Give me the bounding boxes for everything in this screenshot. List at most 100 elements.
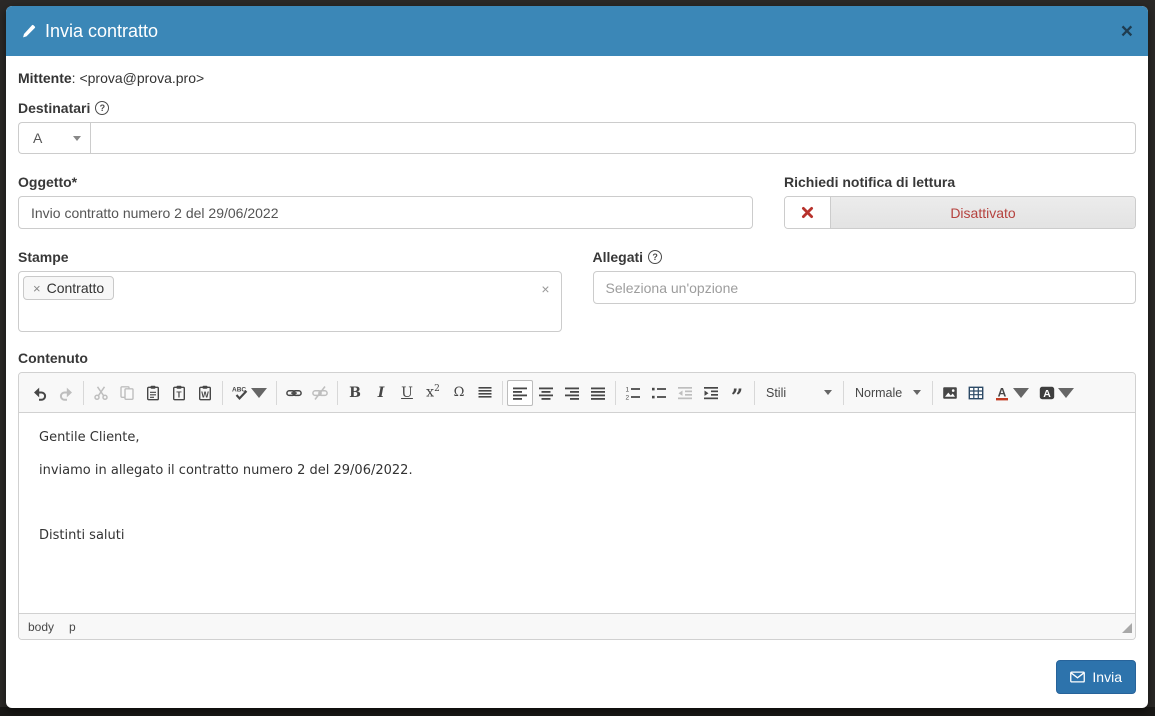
- toolbar-separator: [932, 380, 933, 405]
- underline-icon[interactable]: U: [394, 380, 420, 406]
- text-color-icon[interactable]: A: [989, 380, 1034, 406]
- prints-multiselect[interactable]: × Contratto ×: [18, 271, 562, 332]
- recipients-input[interactable]: [90, 122, 1136, 154]
- sender-label: Mittente: [18, 70, 72, 86]
- clear-selection-icon[interactable]: ×: [541, 282, 549, 296]
- subject-input[interactable]: [18, 196, 753, 229]
- send-button[interactable]: Invia: [1056, 660, 1136, 694]
- toolbar-separator: [615, 380, 616, 405]
- help-icon[interactable]: ?: [648, 250, 663, 264]
- styles-dropdown[interactable]: Stili: [759, 381, 839, 405]
- align-left-icon[interactable]: [507, 379, 533, 406]
- chevron-down-icon: [1058, 387, 1074, 398]
- align-center-icon[interactable]: [533, 380, 559, 406]
- attachments-label-row: Allegati ?: [593, 249, 1137, 265]
- align-right-icon[interactable]: [559, 380, 585, 406]
- resize-handle[interactable]: [1122, 622, 1132, 636]
- paste-from-word-icon[interactable]: W: [192, 380, 218, 406]
- modal-header: Invia contratto ×: [6, 6, 1148, 56]
- path-item-body[interactable]: body: [28, 620, 54, 634]
- toolbar-separator: [337, 380, 338, 405]
- modal-body: Mittente: <prova@prova.pro> Destinatari …: [6, 56, 1148, 644]
- content-label: Contenuto: [18, 350, 88, 366]
- redo-icon[interactable]: [53, 380, 79, 406]
- toolbar-separator: [222, 380, 223, 405]
- italic-icon[interactable]: I: [368, 380, 394, 406]
- recipients-label-row: Destinatari ?: [18, 100, 1136, 116]
- svg-text:1: 1: [626, 386, 630, 393]
- modal-title: Invia contratto: [21, 21, 158, 42]
- blockquote-icon[interactable]: ”: [724, 380, 750, 407]
- invia-contratto-modal: Invia contratto × Mittente: <prova@prova…: [6, 6, 1148, 708]
- sender-value: : <prova@prova.pro>: [71, 70, 205, 86]
- svg-text:A: A: [1043, 387, 1051, 399]
- toggle-handle: [785, 197, 831, 228]
- unlink-icon[interactable]: [307, 380, 333, 406]
- superscript-icon[interactable]: x2: [420, 380, 446, 406]
- line-spacing-icon[interactable]: [472, 380, 498, 406]
- toolbar-separator: [83, 380, 84, 405]
- attachments-label: Allegati: [592, 249, 644, 265]
- svg-text:T: T: [176, 389, 182, 399]
- toolbar-separator: [502, 380, 503, 405]
- send-button-label: Invia: [1092, 669, 1122, 685]
- spell-check-icon[interactable]: ABC: [227, 380, 272, 406]
- pencil-icon: [21, 24, 36, 39]
- recipients-input-group: A: [18, 122, 1136, 154]
- numbered-list-icon[interactable]: 12: [620, 380, 646, 406]
- paste-icon[interactable]: [140, 380, 166, 406]
- red-x-icon: [801, 206, 814, 219]
- path-item-p[interactable]: p: [69, 620, 76, 634]
- link-icon[interactable]: [281, 380, 307, 406]
- paste-plain-text-icon[interactable]: T: [166, 380, 192, 406]
- insert-image-icon[interactable]: [937, 380, 963, 406]
- toolbar-separator: [843, 380, 844, 405]
- svg-text:W: W: [201, 390, 209, 399]
- read-receipt-toggle[interactable]: Disattivato: [784, 196, 1136, 229]
- recipients-label: Destinatari: [18, 100, 91, 116]
- envelope-icon: [1070, 671, 1086, 683]
- help-icon[interactable]: ?: [95, 101, 110, 115]
- print-tag: × Contratto: [23, 276, 115, 300]
- subject-label: Oggetto*: [18, 174, 78, 190]
- bulleted-list-icon[interactable]: [646, 380, 672, 406]
- editor-toolbar: T W ABC B I U x2 Ω 1 2 ” Stili Normale A…: [19, 373, 1135, 413]
- editor-paragraph: inviamo in allegato il contratto numero …: [39, 463, 413, 478]
- increase-indent-icon[interactable]: [698, 380, 724, 406]
- chevron-down-icon: [73, 135, 81, 141]
- modal-title-text: Invia contratto: [45, 20, 159, 41]
- bold-icon[interactable]: B: [342, 380, 368, 406]
- read-receipt-label: Richiedi notifica di lettura: [784, 174, 956, 190]
- prints-label: Stampe: [18, 249, 69, 265]
- insert-table-icon[interactable]: [963, 380, 989, 406]
- decrease-indent-icon[interactable]: [672, 380, 698, 406]
- justify-icon[interactable]: [585, 380, 611, 406]
- tag-remove-icon[interactable]: ×: [33, 282, 41, 295]
- attachments-select[interactable]: [592, 271, 1136, 304]
- toggle-status-text: Disattivato: [831, 197, 1135, 228]
- svg-text:2: 2: [626, 394, 630, 401]
- backdrop-bottom-strip: [0, 707, 1155, 716]
- print-tag-label: Contratto: [46, 280, 105, 296]
- chevron-down-icon: [251, 387, 267, 398]
- editor-content-area[interactable]: Gentile Cliente, inviamo in allegato il …: [19, 413, 1135, 613]
- close-icon[interactable]: ×: [1121, 21, 1133, 42]
- cut-icon[interactable]: [88, 380, 114, 406]
- sender-line: Mittente: <prova@prova.pro>: [18, 70, 1136, 86]
- editor-paragraph: [39, 495, 1115, 511]
- copy-icon[interactable]: [114, 380, 140, 406]
- toolbar-separator: [754, 380, 755, 405]
- editor-paragraph: Gentile Cliente,: [39, 430, 140, 445]
- chevron-down-icon: [824, 390, 832, 395]
- modal-footer: Invia: [6, 644, 1148, 708]
- chevron-down-icon: [1013, 387, 1029, 398]
- editor-paragraph: Distinti saluti: [39, 528, 125, 543]
- format-dropdown[interactable]: Normale: [848, 381, 928, 405]
- recipient-type-select[interactable]: A: [18, 122, 90, 154]
- undo-icon[interactable]: [27, 380, 53, 406]
- toolbar-separator: [276, 380, 277, 405]
- svg-text:A: A: [998, 385, 1007, 399]
- special-character-icon[interactable]: Ω: [446, 380, 472, 406]
- chevron-down-icon: [913, 390, 921, 395]
- background-color-icon[interactable]: A: [1034, 380, 1079, 406]
